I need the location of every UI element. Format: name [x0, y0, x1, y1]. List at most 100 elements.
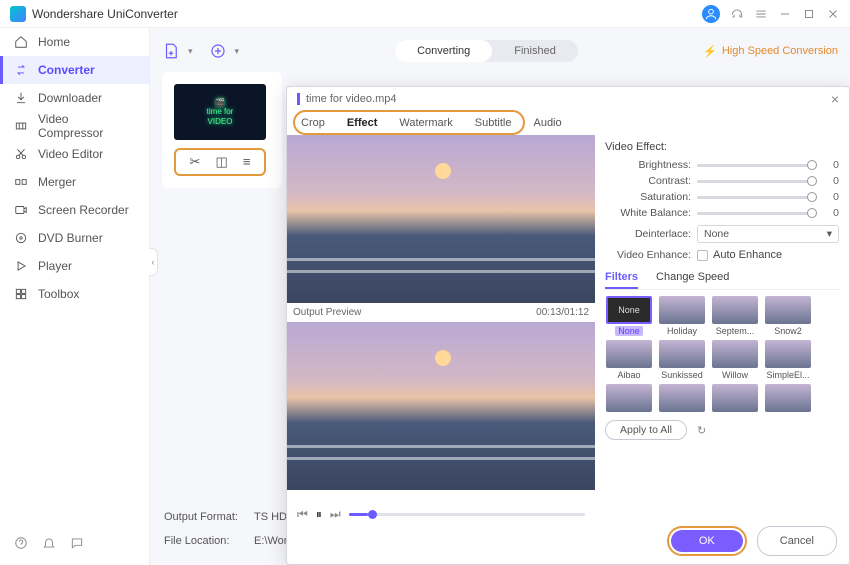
tab-subtitle[interactable]: Subtitle [475, 117, 512, 129]
sidebar-collapse-button[interactable]: ‹ [149, 248, 158, 276]
trim-icon[interactable]: ✂ [190, 154, 201, 170]
filter-simpleel[interactable] [765, 340, 811, 368]
converter-icon [14, 63, 28, 77]
record-icon [14, 203, 28, 217]
filter-snow2[interactable] [765, 296, 811, 324]
contrast-value: 0 [825, 175, 839, 187]
video-card[interactable]: 🎬time forVIDEO ✂ ◫ ≡ [162, 72, 282, 188]
filter-none[interactable]: None [606, 296, 652, 324]
cancel-button[interactable]: Cancel [757, 526, 837, 556]
chevron-down-icon: ▾ [827, 228, 832, 240]
sidebar-item-editor[interactable]: Video Editor [0, 140, 149, 168]
video-thumbnail: 🎬time forVIDEO [174, 84, 266, 140]
sidebar-item-label: Toolbox [38, 287, 79, 301]
user-avatar-icon[interactable] [702, 5, 720, 23]
chevron-down-icon[interactable]: ▾ [188, 46, 193, 57]
saturation-slider[interactable] [697, 196, 817, 199]
filter-grid: NoneNone Holiday Septem... Snow2 Aibao S… [605, 296, 839, 412]
dvd-icon [14, 231, 28, 245]
output-preview-label: Output Preview [293, 307, 361, 318]
sidebar-item-toolbox[interactable]: Toolbox [0, 280, 149, 308]
chat-icon[interactable] [70, 536, 84, 553]
brightness-slider[interactable] [697, 164, 817, 167]
apply-to-all-button[interactable]: Apply to All [605, 420, 687, 440]
subtab-change-speed[interactable]: Change Speed [656, 271, 729, 289]
tab-audio[interactable]: Audio [533, 117, 561, 129]
pause-button[interactable]: ⏸ [316, 507, 322, 522]
sidebar-item-downloader[interactable]: Downloader [0, 84, 149, 112]
menu-icon[interactable] [754, 7, 768, 21]
sidebar-item-recorder[interactable]: Screen Recorder [0, 196, 149, 224]
filter-willow[interactable] [712, 340, 758, 368]
prev-button[interactable]: ⏮ [297, 507, 308, 522]
close-icon[interactable]: × [831, 91, 839, 107]
close-icon[interactable] [826, 7, 840, 21]
effect-modal: time for video.mp4 × Crop Effect Waterma… [286, 86, 850, 565]
sidebar-item-merger[interactable]: Merger [0, 168, 149, 196]
sidebar-item-label: Video Compressor [38, 112, 135, 140]
bolt-icon: ⚡ [703, 45, 717, 58]
tab-converting[interactable]: Converting [395, 40, 492, 62]
home-icon [14, 35, 28, 49]
toolbox-icon [14, 287, 28, 301]
filter-item[interactable] [765, 384, 811, 412]
highlight-ring: OK [667, 526, 747, 556]
deinterlace-select[interactable]: None▾ [697, 225, 839, 243]
reset-icon[interactable]: ↻ [697, 424, 706, 437]
more-icon[interactable]: ≡ [243, 154, 251, 170]
segment-control: Converting Finished [395, 40, 578, 62]
filter-september[interactable] [712, 296, 758, 324]
contrast-label: Contrast: [605, 175, 691, 187]
app-title: Wondershare UniConverter [32, 7, 178, 21]
filter-holiday[interactable] [659, 296, 705, 324]
sidebar-item-converter[interactable]: Converter [0, 56, 149, 84]
auto-enhance-label: Auto Enhance [713, 249, 782, 261]
chevron-down-icon[interactable]: ▾ [235, 46, 240, 57]
sidebar-item-label: Downloader [38, 91, 102, 105]
brightness-label: Brightness: [605, 159, 691, 171]
filter-sunkissed[interactable] [659, 340, 705, 368]
output-preview [287, 322, 595, 490]
sidebar-item-label: Home [38, 35, 70, 49]
tab-finished[interactable]: Finished [492, 40, 578, 62]
maximize-icon[interactable] [802, 7, 816, 21]
whitebalance-slider[interactable] [697, 212, 817, 215]
sidebar-item-label: Video Editor [38, 147, 103, 161]
auto-enhance-checkbox[interactable] [697, 250, 708, 261]
sidebar-item-label: Converter [38, 63, 95, 77]
file-location-label: File Location: [164, 535, 254, 547]
edit-toolstrip: ✂ ◫ ≡ [174, 148, 266, 176]
compress-icon [14, 119, 28, 133]
filter-item[interactable] [606, 384, 652, 412]
filter-aibao[interactable] [606, 340, 652, 368]
tab-crop[interactable]: Crop [301, 117, 325, 129]
saturation-value: 0 [825, 191, 839, 203]
crop-icon[interactable]: ◫ [216, 154, 228, 170]
whitebalance-value: 0 [825, 207, 839, 219]
sidebar-item-player[interactable]: Player [0, 252, 149, 280]
filter-item[interactable] [712, 384, 758, 412]
bell-icon[interactable] [42, 536, 56, 553]
sidebar-item-label: DVD Burner [38, 231, 103, 245]
next-button[interactable]: ⏭ [330, 507, 341, 522]
tab-effect[interactable]: Effect [347, 117, 378, 129]
headset-icon[interactable] [730, 7, 744, 21]
high-speed-toggle[interactable]: ⚡High Speed Conversion [703, 45, 838, 58]
ok-button[interactable]: OK [671, 530, 743, 552]
add-folder-icon[interactable] [209, 41, 229, 61]
minimize-icon[interactable] [778, 7, 792, 21]
modal-filename: time for video.mp4 [297, 93, 396, 105]
help-icon[interactable] [14, 536, 28, 553]
sidebar-item-dvd[interactable]: DVD Burner [0, 224, 149, 252]
sidebar-item-label: Player [38, 259, 72, 273]
cut-icon [14, 147, 28, 161]
playback-progress[interactable] [349, 513, 585, 516]
sidebar: Home Converter Downloader Video Compress… [0, 28, 150, 565]
tab-watermark[interactable]: Watermark [399, 117, 452, 129]
add-file-icon[interactable] [162, 41, 182, 61]
filter-item[interactable] [659, 384, 705, 412]
contrast-slider[interactable] [697, 180, 817, 183]
sidebar-item-home[interactable]: Home [0, 28, 149, 56]
sidebar-item-compressor[interactable]: Video Compressor [0, 112, 149, 140]
subtab-filters[interactable]: Filters [605, 271, 638, 289]
